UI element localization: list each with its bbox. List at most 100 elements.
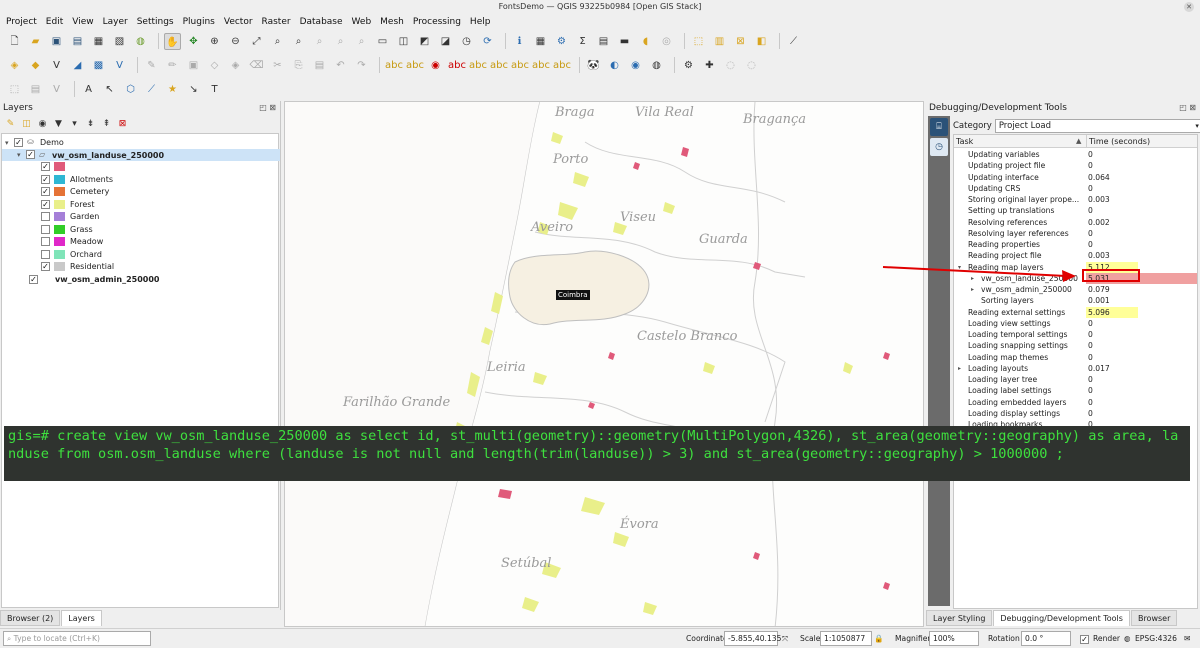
plugin-icon[interactable]: 🐼 [585, 57, 602, 74]
open-project-icon[interactable]: ▰ [27, 33, 44, 50]
add-group-icon[interactable]: ◫ [20, 118, 33, 131]
group-checkbox[interactable]: ✓ [14, 137, 23, 147]
redo-icon[interactable]: ↷ [353, 57, 370, 74]
category-checkbox[interactable] [41, 237, 50, 246]
bookmark-icon[interactable]: ◩ [416, 33, 433, 50]
profiler-row[interactable]: Loading temporal settings 0 [954, 329, 1197, 340]
menu-database[interactable]: Database [300, 17, 343, 27]
profiler-row[interactable]: Loading snapping settings 0 [954, 340, 1197, 351]
paste-features-icon[interactable]: ▤ [311, 57, 328, 74]
label-pin-icon[interactable]: abc [448, 57, 466, 74]
rotation-field[interactable]: 0.0 ° [1021, 631, 1071, 646]
statistical-summary-icon[interactable]: Σ [574, 33, 591, 50]
profiler-row[interactable]: Updating interface 0.064 [954, 172, 1197, 183]
label-show-icon[interactable]: abc [469, 57, 487, 74]
panel-float-close-icon[interactable]: ◰ ⊠ [1179, 101, 1196, 115]
layer-checkbox[interactable]: ✓ [26, 150, 35, 160]
new-map-view-icon[interactable]: ▭ [374, 33, 391, 50]
magnifier-field[interactable]: 100% [929, 631, 979, 646]
undo-icon[interactable]: ↶ [332, 57, 349, 74]
add-virtual-layer-icon[interactable]: V [111, 57, 128, 74]
menu-help[interactable]: Help [470, 17, 491, 27]
chevron-down-icon[interactable]: ▾ [17, 149, 26, 162]
profiler-row[interactable]: ▾ Reading map layers 5.112 [954, 261, 1197, 273]
text-annotation-icon[interactable]: T [206, 81, 223, 98]
profiler-row[interactable]: Loading map themes 0 [954, 352, 1197, 363]
profiler-row[interactable]: Sorting layers 0.001 [954, 295, 1197, 306]
annotation-point-icon[interactable]: ★ [164, 81, 181, 98]
legend-category-item[interactable]: ✓ Cemetery [41, 186, 109, 199]
legend-category-item[interactable]: Meadow [41, 236, 103, 249]
profiler-row[interactable]: Loading display settings 0 [954, 408, 1197, 419]
zoom-native-icon[interactable]: ⌕ [311, 33, 328, 50]
tab-layers[interactable]: Layers [61, 610, 102, 626]
label-rotate-icon[interactable]: abc [511, 57, 529, 74]
close-window-button[interactable]: ✕ [1184, 2, 1194, 12]
refresh-icon[interactable]: ⟳ [479, 33, 496, 50]
lock-scale-icon[interactable]: 🔒 [874, 631, 883, 646]
adv-vertex-icon[interactable]: V [48, 81, 65, 98]
crs-globe-icon[interactable]: ◍ [1124, 631, 1131, 646]
current-edits-icon[interactable]: ✎ [143, 57, 160, 74]
adv-snap-icon[interactable]: ▤ [27, 81, 44, 98]
menu-plugins[interactable]: Plugins [183, 17, 215, 27]
messages-icon[interactable]: ✉ [1184, 631, 1190, 646]
select-by-expression-icon[interactable]: ▥ [711, 33, 728, 50]
profiler-row[interactable]: Loading view settings 0 [954, 318, 1197, 329]
filter-icon[interactable]: ▼ [52, 118, 65, 131]
column-task[interactable]: Task [956, 135, 973, 148]
annotation-polygon-icon[interactable]: ⬡ [122, 81, 139, 98]
profiler-row[interactable]: ▸ vw_osm_landuse_250000 5.031 [954, 272, 1197, 284]
legend-category-item[interactable]: ✓ [41, 161, 70, 174]
tab-layer-styling[interactable]: Layer Styling [926, 610, 993, 626]
menu-edit[interactable]: Edit [46, 17, 63, 27]
coordinate-field[interactable]: -5.855,40.135 [724, 631, 781, 646]
layout-manager-icon[interactable]: ▧ [111, 33, 128, 50]
legend-category-item[interactable]: ✓ Forest [41, 199, 95, 212]
tab-browser[interactable]: Browser (2) [0, 610, 61, 626]
collapse-all-icon[interactable]: ⇞ [100, 118, 113, 131]
label-move-icon[interactable]: abc [490, 57, 508, 74]
legend-category-item[interactable]: ✓ Residential [41, 261, 114, 274]
zoom-last-icon[interactable]: ⌕ [332, 33, 349, 50]
data-source-manager-icon[interactable]: ◈ [6, 57, 23, 74]
chevron-down-icon[interactable]: ▾ [958, 262, 961, 273]
zoom-out-icon[interactable]: ⊖ [227, 33, 244, 50]
locator-search-input[interactable]: ⌕ Type to locate (Ctrl+K) [3, 631, 151, 646]
add-mesh-layer-icon[interactable]: ▩ [90, 57, 107, 74]
zoom-to-layer-icon[interactable]: ⌕ [290, 33, 307, 50]
settings-gear-icon[interactable]: ⚙ [553, 33, 570, 50]
show-bookmarks-icon[interactable]: ◪ [437, 33, 454, 50]
model-designer-icon[interactable]: ✚ [701, 57, 718, 74]
delete-selected-icon[interactable]: ⌫ [248, 57, 265, 74]
category-checkbox[interactable] [41, 212, 50, 221]
copy-features-icon[interactable]: ⎘ [290, 57, 307, 74]
profiler-row[interactable]: Reading properties 0 [954, 239, 1197, 250]
deselect-icon[interactable]: ⊠ [732, 33, 749, 50]
category-checkbox[interactable]: ✓ [41, 262, 50, 271]
profiler-row[interactable]: Loading layer tree 0 [954, 374, 1197, 385]
new-layer-icon[interactable]: ◆ [27, 57, 44, 74]
menu-vector[interactable]: Vector [224, 17, 253, 27]
category-checkbox[interactable] [41, 224, 50, 234]
profiler-row[interactable]: Reading external settings 5.096 [954, 306, 1197, 318]
profiler-row[interactable]: Loading embedded layers 0 [954, 397, 1197, 408]
profiler-row[interactable]: Updating variables 0 [954, 149, 1197, 160]
layer-group-demo[interactable]: ▾ ✓ ⛀ Demo [5, 136, 64, 149]
select-by-location-icon[interactable]: ◧ [753, 33, 770, 50]
tab-browser-right[interactable]: Browser [1130, 610, 1178, 626]
profiler-row[interactable]: Setting up translations 0 [954, 205, 1197, 216]
label-change-icon[interactable]: abc [553, 57, 571, 74]
profiler-row[interactable]: Updating project file 0 [954, 160, 1197, 171]
save-as-icon[interactable]: ▤ [69, 33, 86, 50]
pan-map-icon[interactable]: ✋ [164, 32, 181, 50]
chevron-right-icon[interactable]: ▸ [971, 284, 974, 295]
annotation-marker-icon[interactable]: ↘ [185, 81, 202, 98]
legend-category-item[interactable]: Orchard [41, 249, 102, 262]
cut-features-icon[interactable]: ✂ [269, 57, 286, 74]
chevron-right-icon[interactable]: ▸ [971, 273, 974, 284]
save-edits-icon[interactable]: ▣ [185, 57, 202, 74]
render-checkbox[interactable]: ✓ [1080, 631, 1093, 646]
menu-project[interactable]: Project [6, 17, 37, 27]
category-checkbox[interactable]: ✓ [41, 162, 50, 171]
